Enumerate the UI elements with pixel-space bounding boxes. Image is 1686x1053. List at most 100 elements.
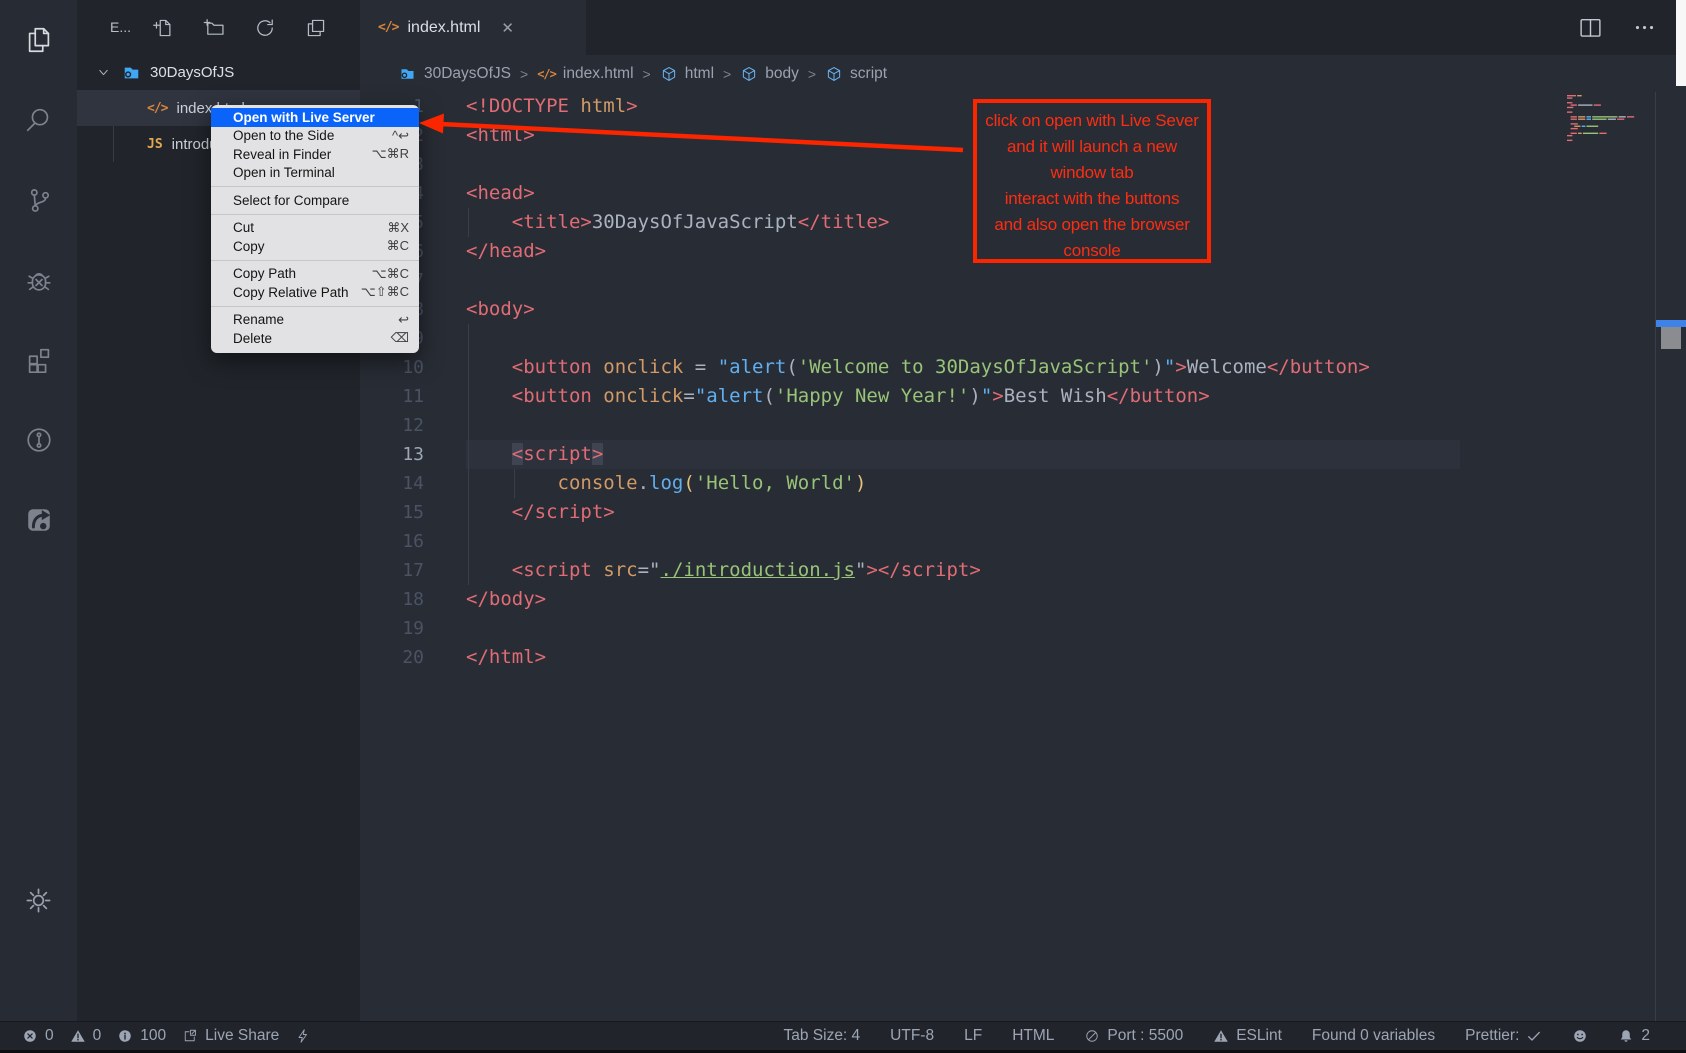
menu-item-open-in-terminal[interactable]: Open in Terminal xyxy=(211,164,419,183)
annotation-line: and also open the browser xyxy=(977,212,1207,238)
status-eslint[interactable]: ESLint xyxy=(1213,1027,1282,1045)
code-line-7[interactable]: 7 xyxy=(360,266,1655,295)
menu-item-open-with-live-server[interactable]: Open with Live Server xyxy=(211,108,419,127)
menu-separator xyxy=(211,306,419,307)
code-line-11[interactable]: 11 <button onclick="alert('Happy New Yea… xyxy=(360,382,1655,411)
status-port[interactable]: Port : 5500 xyxy=(1084,1027,1183,1045)
menu-item-delete[interactable]: Delete⌫ xyxy=(211,329,419,348)
split-editor-icon xyxy=(1578,15,1603,40)
code-line-17[interactable]: 17 <script src="./introduction.js"></scr… xyxy=(360,556,1655,585)
status-info[interactable]: 100 xyxy=(117,1027,166,1045)
annotation-line: click on open with Live Sever xyxy=(977,108,1207,134)
line-number: 19 xyxy=(360,614,424,643)
menu-item-copy-path[interactable]: Copy Path⌥⌘C xyxy=(211,265,419,284)
line-number: 15 xyxy=(360,498,424,527)
current-line-highlight xyxy=(466,440,1460,469)
status-errors[interactable]: 0 xyxy=(22,1027,54,1045)
activity-live-share-button[interactable] xyxy=(0,489,77,551)
collapse-all-button[interactable] xyxy=(305,17,327,39)
minimap[interactable] xyxy=(1567,95,1653,145)
menu-item-reveal-in-finder[interactable]: Reveal in Finder⌥⌘R xyxy=(211,145,419,164)
tab-close-icon[interactable]: ✕ xyxy=(501,19,514,37)
breadcrumb-html[interactable]: html xyxy=(660,65,714,83)
breadcrumb-label: script xyxy=(850,65,887,83)
line-number: 17 xyxy=(360,556,424,585)
code-text: console.log('Hello, World') xyxy=(466,469,866,498)
activity-run-debug-button[interactable] xyxy=(0,249,77,311)
code-line-8[interactable]: 8<body> xyxy=(360,295,1655,324)
menu-item-select-for-compare[interactable]: Select for Compare xyxy=(211,191,419,210)
warning-icon xyxy=(1213,1028,1229,1044)
split-editor-button[interactable] xyxy=(1578,15,1603,45)
tab-index-html[interactable]: </> index.html ✕ xyxy=(360,0,586,55)
folder-icon xyxy=(121,64,142,82)
tree-root-folder[interactable]: 30DaysOfJS xyxy=(77,55,360,90)
html-file-icon: </> xyxy=(378,20,398,35)
breadcrumb-separator: > xyxy=(808,66,816,82)
status-bar: 00 100 Live Share Tab Size: 4 UTF-8 LF HTML Po… xyxy=(0,1021,1686,1050)
code-line-20[interactable]: 20</html> xyxy=(360,643,1655,672)
menu-item-shortcut: ⌥⌘R xyxy=(372,146,409,162)
code-line-16[interactable]: 16 xyxy=(360,527,1655,556)
breadcrumb-30DaysOfJS[interactable]: 30DaysOfJS xyxy=(398,65,511,83)
breadcrumb-script[interactable]: script xyxy=(825,65,887,83)
status-language[interactable]: HTML xyxy=(1012,1027,1054,1045)
menu-item-copy-relative-path[interactable]: Copy Relative Path⌥⇧⌘C xyxy=(211,283,419,302)
activity-extensions-button[interactable] xyxy=(0,329,77,391)
menu-separator xyxy=(211,214,419,215)
refresh-button[interactable] xyxy=(254,17,276,39)
run-debug-icon xyxy=(24,265,54,295)
indent-guide xyxy=(468,411,469,440)
status-flash[interactable] xyxy=(295,1028,311,1044)
explorer-icon xyxy=(24,25,54,55)
new-folder-button[interactable] xyxy=(203,17,225,39)
status-prettier[interactable]: Prettier: xyxy=(1465,1027,1542,1045)
code-text: <body> xyxy=(466,295,535,324)
status-tab-size[interactable]: Tab Size: 4 xyxy=(783,1027,860,1045)
activity-source-control-button[interactable] xyxy=(0,169,77,231)
folder-icon xyxy=(398,66,417,82)
breadcrumb-index.html[interactable]: </>index.html xyxy=(537,65,633,83)
status-live-share[interactable]: Live Share xyxy=(182,1027,279,1045)
code-line-19[interactable]: 19 xyxy=(360,614,1655,643)
bell-icon xyxy=(1618,1028,1634,1044)
menu-item-open-to-the-side[interactable]: Open to the Side^↩ xyxy=(211,127,419,146)
code-line-12[interactable]: 12 xyxy=(360,411,1655,440)
port-icon xyxy=(1084,1028,1100,1044)
status-variables[interactable]: Found 0 variables xyxy=(1312,1027,1435,1045)
status-left: 00 100 Live Share xyxy=(22,1022,311,1050)
new-file-button[interactable] xyxy=(152,17,174,39)
status-warnings[interactable]: 0 xyxy=(70,1027,102,1045)
activity-explorer-button[interactable] xyxy=(0,9,77,71)
activity-gitlens-button[interactable] xyxy=(0,409,77,471)
menu-item-rename[interactable]: Rename↩ xyxy=(211,311,419,330)
scrollbar-thumb[interactable] xyxy=(1661,327,1681,349)
menu-item-cut[interactable]: Cut⌘X xyxy=(211,219,419,238)
activity-search-button[interactable] xyxy=(0,89,77,151)
check-icon xyxy=(1526,1028,1542,1044)
code-line-14[interactable]: 14 console.log('Hello, World') xyxy=(360,469,1655,498)
status-notifications[interactable]: 2 xyxy=(1618,1027,1650,1045)
status-label: Found 0 variables xyxy=(1312,1027,1435,1045)
more-actions-button[interactable] xyxy=(1632,15,1657,45)
status-eol[interactable]: LF xyxy=(964,1027,982,1045)
html-icon: </> xyxy=(147,101,167,116)
menu-item-copy[interactable]: Copy⌘C xyxy=(211,237,419,256)
status-feedback[interactable] xyxy=(1572,1028,1588,1044)
menu-item-shortcut: ⌥⇧⌘C xyxy=(361,284,409,300)
code-line-15[interactable]: 15 </script> xyxy=(360,498,1655,527)
breadcrumb-label: 30DaysOfJS xyxy=(424,65,511,83)
gitlens-icon xyxy=(24,425,54,455)
code-line-9[interactable]: 9 xyxy=(360,324,1655,353)
code-line-18[interactable]: 18</body> xyxy=(360,585,1655,614)
code-line-10[interactable]: 10 <button onclick = "alert('Welcome to … xyxy=(360,353,1655,382)
code-icon: </> xyxy=(537,67,556,81)
live-share-icon xyxy=(24,505,54,535)
status-encoding[interactable]: UTF-8 xyxy=(890,1027,934,1045)
code-line-13[interactable]: 13 <script> xyxy=(360,440,1655,469)
warning-icon xyxy=(70,1028,86,1044)
search-icon xyxy=(24,105,54,135)
settings-gear-button[interactable] xyxy=(0,869,77,931)
breadcrumb-body[interactable]: body xyxy=(740,65,799,83)
context-menu: Open with Live ServerOpen to the Side^↩R… xyxy=(211,105,419,353)
